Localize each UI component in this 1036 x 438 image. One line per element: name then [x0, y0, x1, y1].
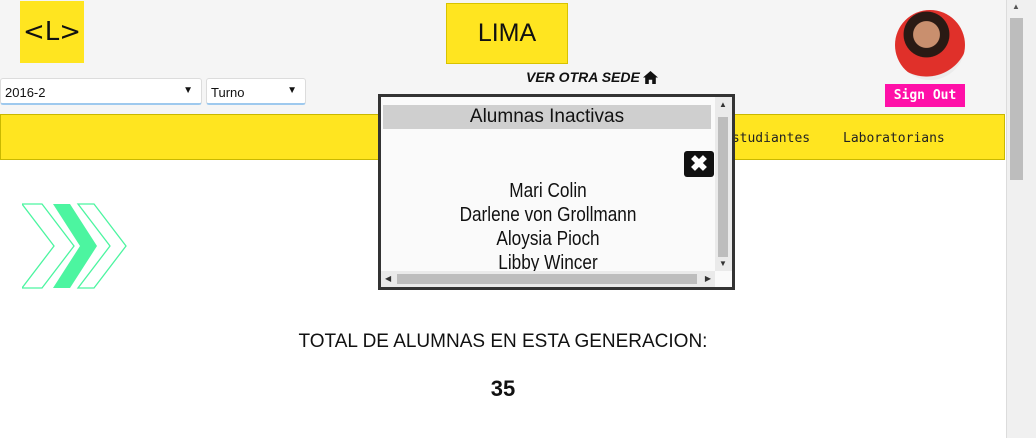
- total-label: TOTAL DE ALUMNAS EN ESTA GENERACION:: [298, 331, 708, 352]
- list-item: Darlene von Grollmann: [459, 204, 637, 226]
- turno-select[interactable]: Turno ▼: [206, 78, 306, 105]
- logo[interactable]: <L>: [20, 1, 84, 63]
- modal-title: Alumnas Inactivas: [383, 105, 711, 129]
- scroll-left-icon[interactable]: ◀: [385, 274, 391, 283]
- user-avatar[interactable]: [895, 10, 965, 80]
- sign-out-button[interactable]: Sign Out: [885, 84, 965, 107]
- modal-vertical-scrollbar[interactable]: ▲ ▼: [715, 97, 732, 271]
- turno-select-value: Turno: [211, 85, 245, 100]
- dropdown-arrow-icon: ▼: [287, 85, 297, 96]
- chevrons-icon: [22, 203, 127, 289]
- student-list: Mari Colin Darlene von Grollmann Aloysia…: [381, 179, 715, 275]
- city-badge: LIMA: [446, 3, 568, 64]
- ver-otra-sede-label: VER OTRA SEDE: [526, 69, 640, 85]
- generation-select[interactable]: 2016-2 ▼: [0, 78, 202, 105]
- modal-vertical-thumb[interactable]: [718, 117, 728, 257]
- scroll-up-icon[interactable]: ▲: [1012, 2, 1020, 11]
- ver-otra-sede-link[interactable]: VER OTRA SEDE: [526, 69, 658, 85]
- modal-horizontal-thumb[interactable]: [397, 274, 697, 284]
- list-item: Mari Colin: [509, 180, 587, 202]
- close-icon[interactable]: ✖: [684, 151, 714, 177]
- home-icon: [642, 70, 658, 84]
- list-item: Aloysia Pioch: [496, 228, 600, 250]
- inactive-students-modal: Alumnas Inactivas ✖ Mari Colin Darlene v…: [378, 94, 735, 290]
- nav-item-estudiantes[interactable]: Estudiantes: [724, 131, 810, 146]
- nav-item-laboratorians[interactable]: Laboratorians: [843, 131, 945, 146]
- logo-text: <L>: [22, 17, 82, 47]
- page-scrollbar[interactable]: ▲: [1006, 0, 1036, 438]
- modal-horizontal-scrollbar[interactable]: ◀ ▶: [381, 271, 715, 287]
- page-scrollbar-thumb[interactable]: [1010, 18, 1023, 180]
- scroll-down-icon[interactable]: ▼: [719, 259, 727, 268]
- scroll-right-icon[interactable]: ▶: [705, 274, 711, 283]
- total-value: 35: [490, 376, 516, 401]
- scroll-up-icon[interactable]: ▲: [719, 100, 727, 109]
- city-name: LIMA: [477, 19, 537, 47]
- generation-select-value: 2016-2: [5, 85, 46, 100]
- dropdown-arrow-icon: ▼: [183, 85, 193, 96]
